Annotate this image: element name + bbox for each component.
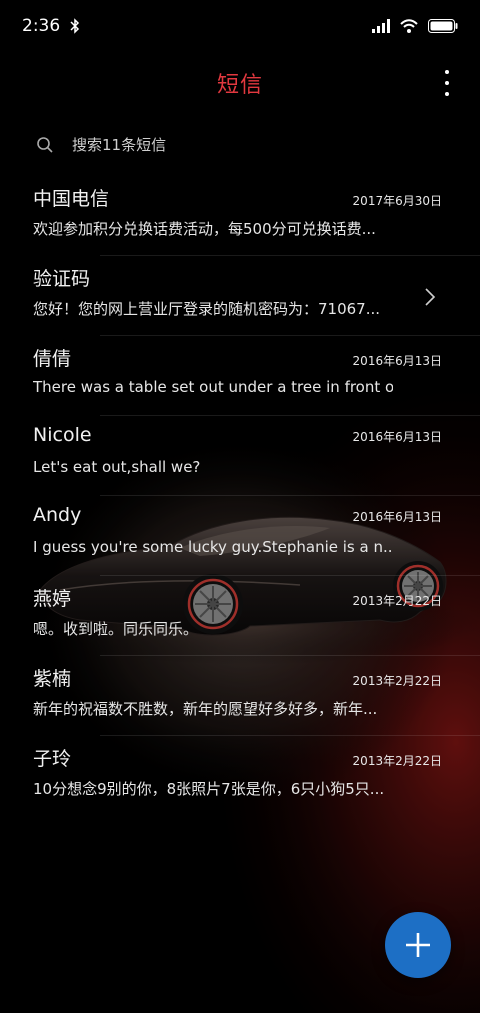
message-date: 2016年6月13日 xyxy=(352,430,442,444)
conversation-item[interactable]: Andy 2016年6月13日 I guess you're some luck… xyxy=(0,496,480,576)
message-preview: There was a table set out under a tree i… xyxy=(33,378,393,396)
bluetooth-icon xyxy=(70,18,80,34)
conversation-item[interactable]: 中国电信 2017年6月30日 欢迎参加积分兑换话费活动，每500分可兑换话费.… xyxy=(0,176,480,256)
conversation-item[interactable]: 验证码 您好！您的网上营业厅登录的随机密码为：71067... xyxy=(0,256,480,336)
conversation-item[interactable]: 燕婷 2013年2月22日 嗯。收到啦。同乐同乐。 xyxy=(0,576,480,656)
message-preview: 欢迎参加积分兑换话费活动，每500分可兑换话费... xyxy=(33,220,376,238)
message-preview: 您好！您的网上营业厅登录的随机密码为：71067... xyxy=(33,300,381,318)
sender-name: 中国电信 xyxy=(33,188,110,210)
message-preview: Let's eat out,shall we? xyxy=(33,458,201,476)
search-bar[interactable] xyxy=(0,114,480,176)
app-header: 短信 xyxy=(0,52,480,114)
sender-name: 燕婷 xyxy=(33,588,72,610)
conversation-list: 中国电信 2017年6月30日 欢迎参加积分兑换话费活动，每500分可兑换话费.… xyxy=(0,176,480,816)
sender-name: 倩倩 xyxy=(33,348,72,370)
message-preview: I guess you're some lucky guy.Stephanie … xyxy=(33,538,393,556)
message-preview: 嗯。收到啦。同乐同乐。 xyxy=(33,620,199,638)
search-icon xyxy=(37,137,53,153)
signal-icon xyxy=(372,19,390,33)
message-date: 2016年6月13日 xyxy=(352,354,442,368)
search-input[interactable] xyxy=(72,136,372,154)
message-preview: 10分想念9别的你，8张照片7张是你，6只小狗5只... xyxy=(33,780,385,798)
wifi-icon xyxy=(400,19,418,33)
conversation-item[interactable]: 倩倩 2016年6月13日 There was a table set out … xyxy=(0,336,480,416)
conversation-item[interactable]: 子玲 2013年2月22日 10分想念9别的你，8张照片7张是你，6只小狗5只.… xyxy=(0,736,480,816)
battery-icon xyxy=(428,19,458,33)
page-title: 短信 xyxy=(216,73,263,98)
sender-name: 验证码 xyxy=(33,268,91,290)
sender-name: 子玲 xyxy=(33,748,72,770)
chevron-right-icon[interactable] xyxy=(424,287,436,307)
sender-name: Nicole xyxy=(33,424,92,446)
sender-name: 紫楠 xyxy=(33,668,72,690)
more-vertical-icon[interactable] xyxy=(442,70,452,96)
message-date: 2013年2月22日 xyxy=(352,754,442,768)
conversation-item[interactable]: Nicole 2016年6月13日 Let's eat out,shall we… xyxy=(0,416,480,496)
status-bar: 2:36 xyxy=(0,0,480,52)
message-date: 2013年2月22日 xyxy=(352,594,442,608)
message-date: 2013年2月22日 xyxy=(352,674,442,688)
message-date: 2016年6月13日 xyxy=(352,510,442,524)
status-time: 2:36 xyxy=(22,16,61,36)
messages-screen: 2:36 短信 搜索11条短信 中国电信 2017年6月30日 欢迎参加积分兑换… xyxy=(0,0,480,1013)
new-message-button[interactable] xyxy=(385,912,451,978)
message-preview: 新年的祝福数不胜数，新年的愿望好多好多，新年... xyxy=(33,700,378,718)
conversation-item[interactable]: 紫楠 2013年2月22日 新年的祝福数不胜数，新年的愿望好多好多，新年... xyxy=(0,656,480,736)
message-date: 2017年6月30日 xyxy=(352,194,442,208)
plus-icon xyxy=(406,933,430,957)
sender-name: Andy xyxy=(33,504,82,526)
